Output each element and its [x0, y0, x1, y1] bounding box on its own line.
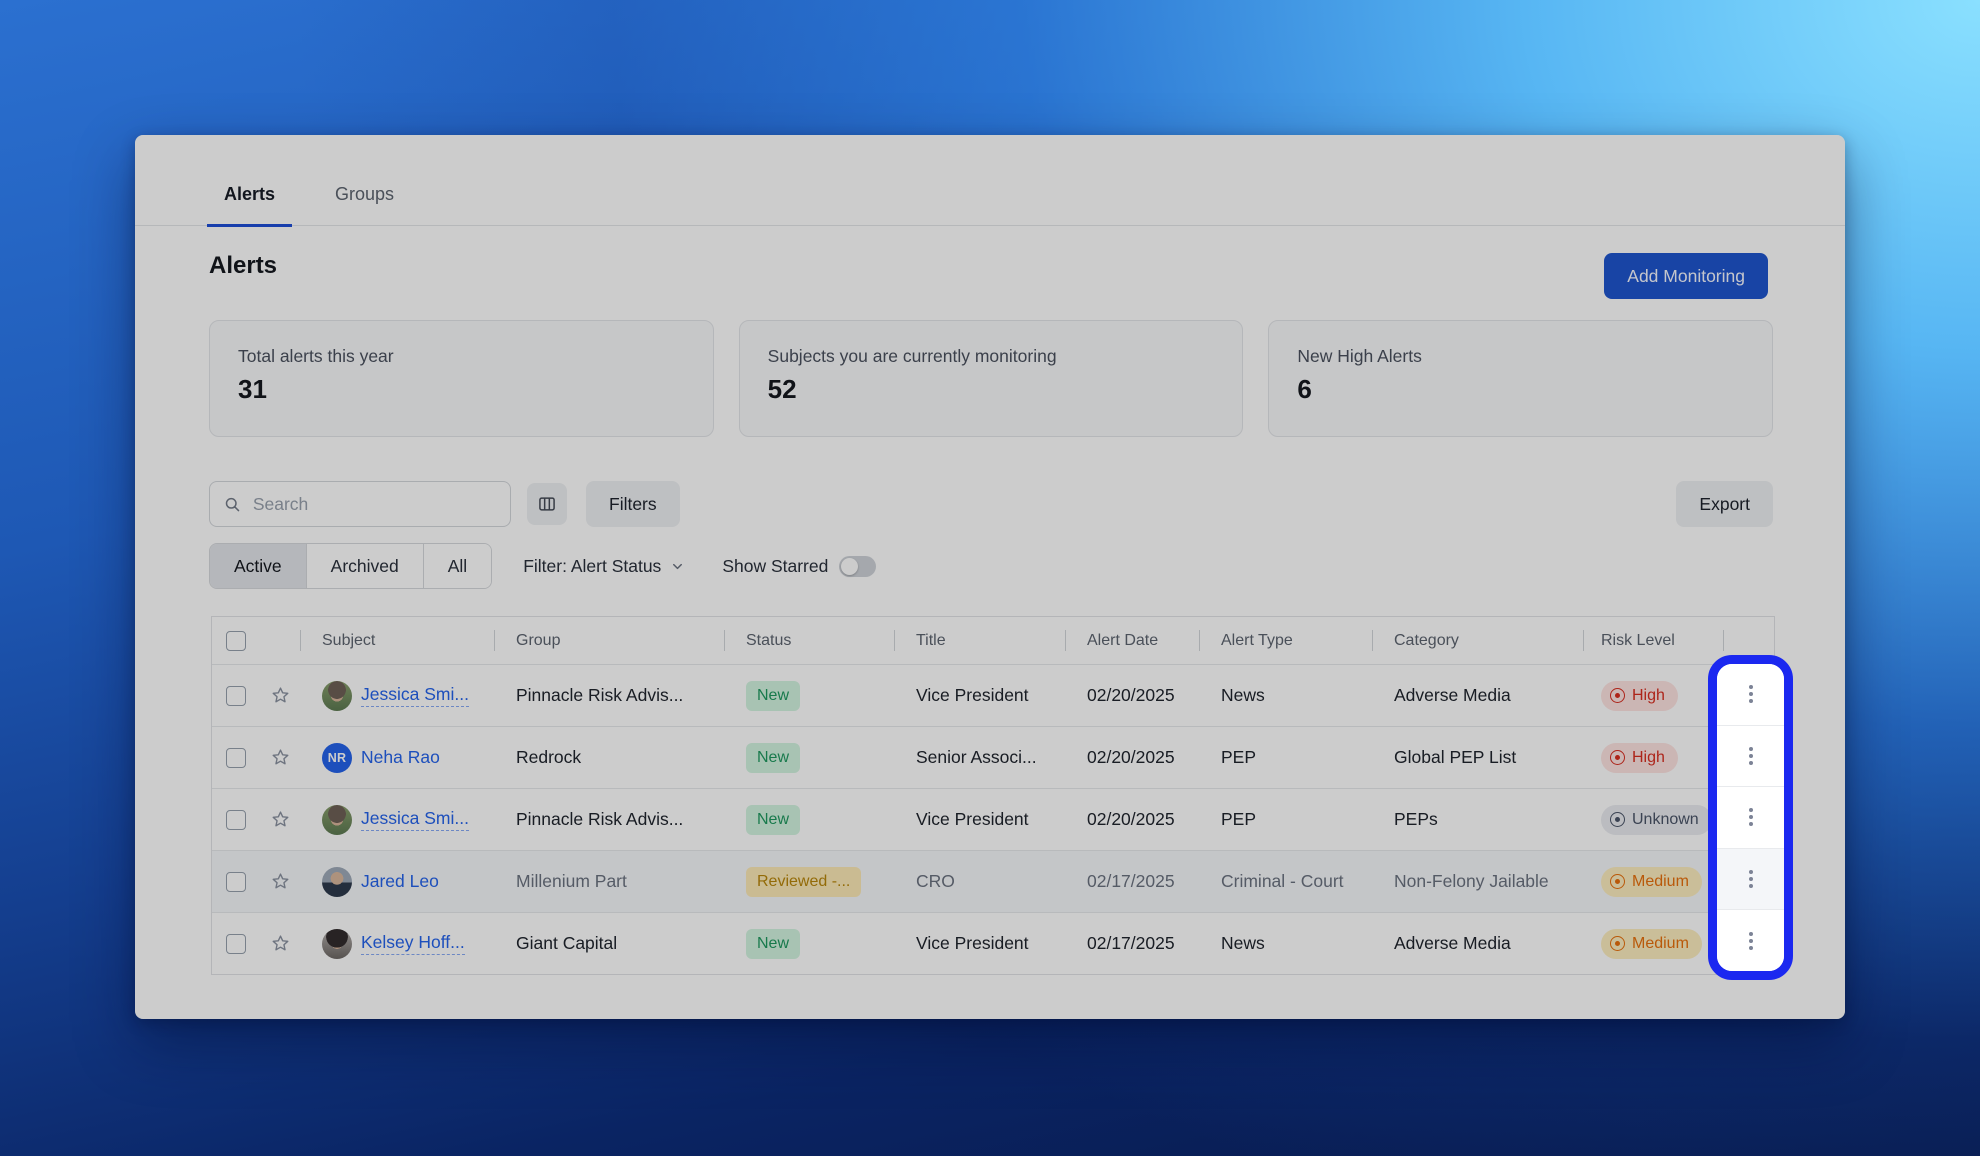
row-actions-column-highlight: [1708, 655, 1793, 980]
dim-overlay: [135, 135, 1845, 1019]
row-actions-menu-button[interactable]: [1743, 802, 1759, 832]
row-actions-menu-button[interactable]: [1743, 864, 1759, 894]
desktop-background: Alerts Groups Alerts Add Monitoring Tota…: [0, 0, 1980, 1156]
row-actions-menu-button[interactable]: [1743, 679, 1759, 709]
row-actions-menu-button[interactable]: [1743, 741, 1759, 771]
row-actions-menu-button[interactable]: [1743, 926, 1759, 956]
app-window: Alerts Groups Alerts Add Monitoring Tota…: [135, 135, 1845, 1019]
